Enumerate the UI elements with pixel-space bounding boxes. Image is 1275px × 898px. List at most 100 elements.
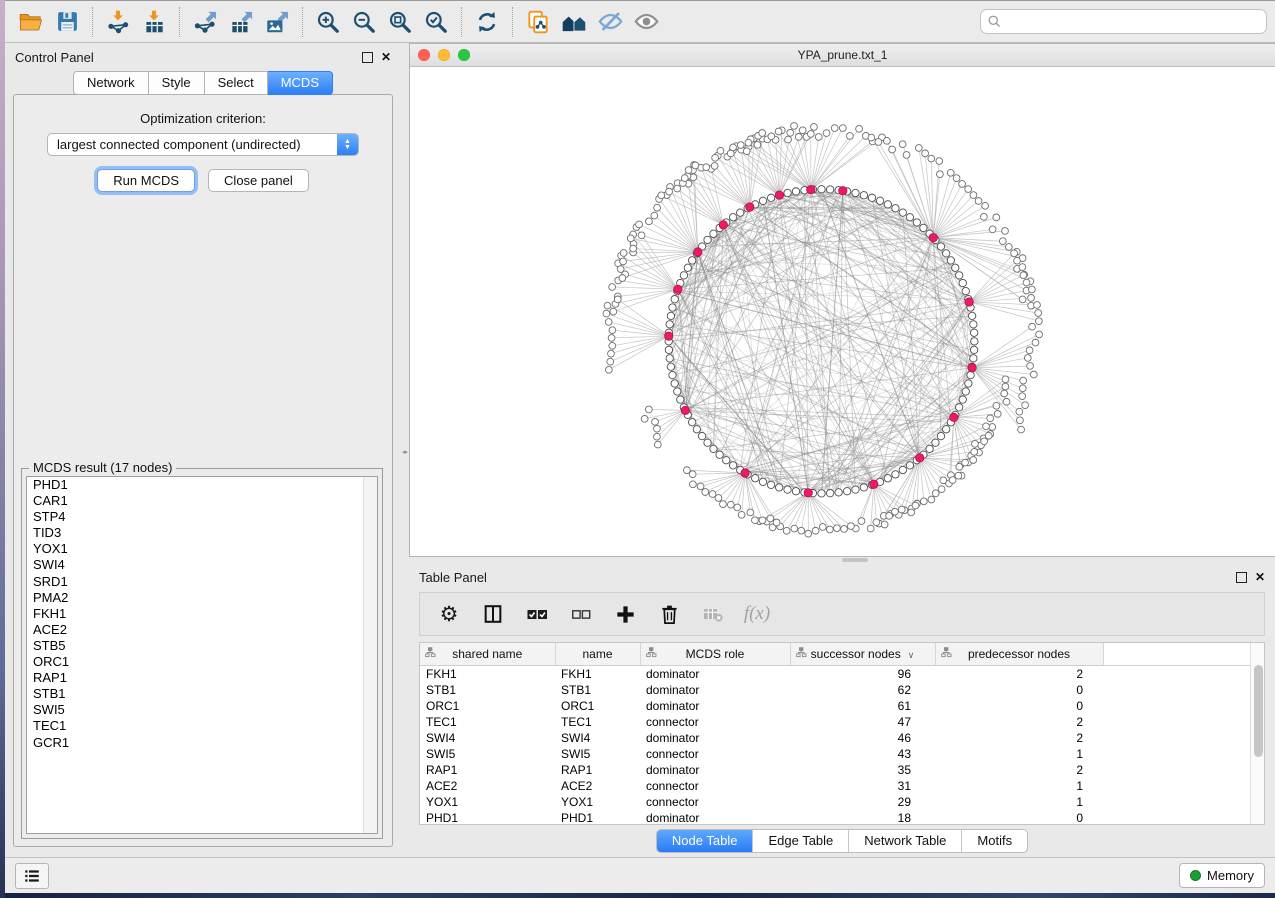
mcds-result-item[interactable]: SRD1 xyxy=(27,574,377,590)
memory-button[interactable]: Memory xyxy=(1179,863,1265,888)
zoom-fit-button[interactable] xyxy=(382,6,418,38)
mcds-result-item[interactable]: FKH1 xyxy=(27,606,377,622)
table-row[interactable]: STB1STB1dominator620 xyxy=(420,682,1253,698)
tab-select[interactable]: Select xyxy=(205,71,268,95)
mcds-result-item[interactable]: RAP1 xyxy=(27,670,377,686)
tab-style[interactable]: Style xyxy=(149,71,205,95)
export-image-icon xyxy=(264,9,290,35)
column-header-successor-nodes[interactable]: successor nodes∨ xyxy=(790,643,935,666)
tab-network-table[interactable]: Network Table xyxy=(848,830,961,852)
table-panel-titlebar: Table Panel ✕ xyxy=(409,563,1275,591)
tab-edge-table[interactable]: Edge Table xyxy=(752,830,848,852)
table-row[interactable]: FKH1FKH1dominator962 xyxy=(420,666,1253,683)
close-panel-icon[interactable]: ✕ xyxy=(1255,572,1265,582)
zoom-in-button[interactable] xyxy=(310,6,346,38)
mcds-result-item[interactable]: YOX1 xyxy=(27,541,377,557)
network-canvas[interactable] xyxy=(410,67,1275,556)
table-row[interactable]: SWI5SWI5connector431 xyxy=(420,746,1253,762)
import-network-button[interactable] xyxy=(100,6,136,38)
close-panel-button[interactable]: Close panel xyxy=(208,169,309,192)
control-panel: Control Panel ✕ NetworkStyleSelectMCDS O… xyxy=(5,43,401,857)
table-scrollbar-thumb[interactable] xyxy=(1254,665,1263,757)
memory-status-icon xyxy=(1190,870,1201,881)
column-header-MCDS-role[interactable]: MCDS role xyxy=(640,643,790,666)
import-table-icon xyxy=(141,9,167,35)
network-window-titlebar[interactable]: YPA_prune.txt_1 xyxy=(410,44,1275,67)
table-row[interactable]: ACE2ACE2connector311 xyxy=(420,778,1253,794)
table-settings-button[interactable]: ⚙ xyxy=(432,597,466,631)
mcds-result-list[interactable]: PHD1CAR1STP4TID3YOX1SWI4SRD1PMA2FKH1ACE2… xyxy=(26,476,378,834)
main-toolbar xyxy=(5,1,1275,43)
zoom-out-button[interactable] xyxy=(346,6,382,38)
show-columns-button[interactable] xyxy=(476,597,510,631)
mcds-list-scrollbar[interactable] xyxy=(363,477,377,833)
mcds-result-item[interactable]: TID3 xyxy=(27,525,377,541)
network-graph[interactable] xyxy=(410,67,1275,556)
vertical-splitter[interactable]: ◂▸ xyxy=(401,43,409,857)
splitter-grip-icon[interactable]: ◂▸ xyxy=(402,449,407,456)
table-scrollbar[interactable] xyxy=(1250,643,1264,824)
table-row[interactable]: YOX1YOX1connector291 xyxy=(420,794,1253,810)
column-header-filler xyxy=(1103,643,1253,666)
float-window-icon[interactable] xyxy=(1236,572,1247,583)
mcds-result-item[interactable]: SWI5 xyxy=(27,702,377,718)
run-mcds-button[interactable]: Run MCDS xyxy=(97,169,195,192)
mcds-result-item[interactable]: ORC1 xyxy=(27,654,377,670)
task-history-button[interactable] xyxy=(15,863,49,889)
export-network-button[interactable] xyxy=(187,6,223,38)
show-all-eye-button[interactable] xyxy=(628,6,664,38)
float-window-icon[interactable] xyxy=(362,52,373,63)
close-panel-icon[interactable]: ✕ xyxy=(381,52,391,62)
mcds-result-item[interactable]: SWI4 xyxy=(27,557,377,573)
tab-network[interactable]: Network xyxy=(73,71,149,95)
mcds-result-item[interactable]: PHD1 xyxy=(27,477,377,493)
import-table-button[interactable] xyxy=(136,6,172,38)
column-header-name[interactable]: name xyxy=(555,643,640,666)
select-all-button[interactable] xyxy=(520,597,554,631)
select-stepper-icon: ▲▼ xyxy=(337,134,358,155)
table-row[interactable]: ORC1ORC1dominator610 xyxy=(420,698,1253,714)
mcds-result-item[interactable]: ACE2 xyxy=(27,622,377,638)
zoom-selected-button[interactable] xyxy=(418,6,454,38)
refresh-button[interactable] xyxy=(469,6,505,38)
mcds-result-title: MCDS result (17 nodes) xyxy=(29,460,176,475)
delete-column-button[interactable] xyxy=(652,597,686,631)
first-neighbors-button[interactable] xyxy=(556,6,592,38)
table-row[interactable]: PHD1PHD1dominator180 xyxy=(420,810,1253,825)
tab-motifs[interactable]: Motifs xyxy=(961,830,1027,852)
column-header-predecessor-nodes[interactable]: predecessor nodes xyxy=(935,643,1103,666)
tab-node-table[interactable]: Node Table xyxy=(657,830,753,852)
search-input[interactable] xyxy=(1002,13,1260,30)
search-icon xyxy=(987,14,1002,29)
duplicate-network-button[interactable] xyxy=(520,6,556,38)
table-row[interactable]: SWI4SWI4dominator462 xyxy=(420,730,1253,746)
optimization-criterion-select[interactable]: largest connected component (undirected)… xyxy=(47,133,359,156)
add-column-button[interactable] xyxy=(608,597,642,631)
search-box[interactable] xyxy=(980,9,1267,34)
export-image-button[interactable] xyxy=(259,6,295,38)
optimization-criterion-label: Optimization criterion: xyxy=(14,111,392,126)
mcds-result-item[interactable]: PMA2 xyxy=(27,590,377,606)
table-row[interactable]: TEC1TEC1connector472 xyxy=(420,714,1253,730)
export-table-icon xyxy=(228,9,254,35)
mcds-result-item[interactable]: STP4 xyxy=(27,509,377,525)
tab-mcds[interactable]: MCDS xyxy=(268,71,333,95)
network-view-window: YPA_prune.txt_1 xyxy=(409,43,1275,557)
mcds-result-item[interactable]: STB5 xyxy=(27,638,377,654)
deselect-all-button[interactable] xyxy=(564,597,598,631)
table-row[interactable]: RAP1RAP1dominator352 xyxy=(420,762,1253,778)
open-button[interactable] xyxy=(13,6,49,38)
control-panel-tabs: NetworkStyleSelectMCDS xyxy=(5,71,401,95)
mcds-result-item[interactable]: STB1 xyxy=(27,686,377,702)
horizontal-splitter[interactable] xyxy=(409,557,1275,563)
mcds-result-item[interactable]: CAR1 xyxy=(27,493,377,509)
export-table-button[interactable] xyxy=(223,6,259,38)
table-panel: Table Panel ✕ ⚙ xyxy=(409,563,1275,857)
splitter-grip-icon[interactable] xyxy=(842,558,868,562)
optimization-criterion-value: largest connected component (undirected) xyxy=(57,137,301,152)
hide-selected-button[interactable] xyxy=(592,6,628,38)
column-header-shared-name[interactable]: shared name xyxy=(420,643,555,666)
save-button[interactable] xyxy=(49,6,85,38)
mcds-result-item[interactable]: GCR1 xyxy=(27,735,377,751)
mcds-result-item[interactable]: TEC1 xyxy=(27,718,377,734)
